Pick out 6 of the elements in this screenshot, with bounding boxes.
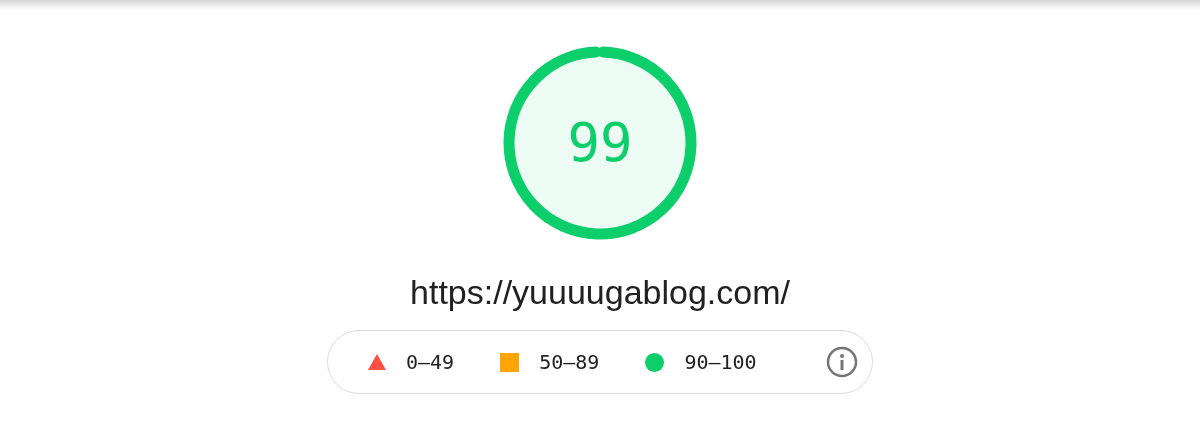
score-range: 0–49: [406, 349, 455, 376]
page-url: https://yuuuugablog.com/: [410, 272, 790, 313]
score-range: 50–89: [539, 349, 600, 376]
score-value: 99: [567, 116, 633, 170]
info-icon[interactable]: [826, 346, 858, 378]
score-range: 90–100: [684, 349, 757, 376]
